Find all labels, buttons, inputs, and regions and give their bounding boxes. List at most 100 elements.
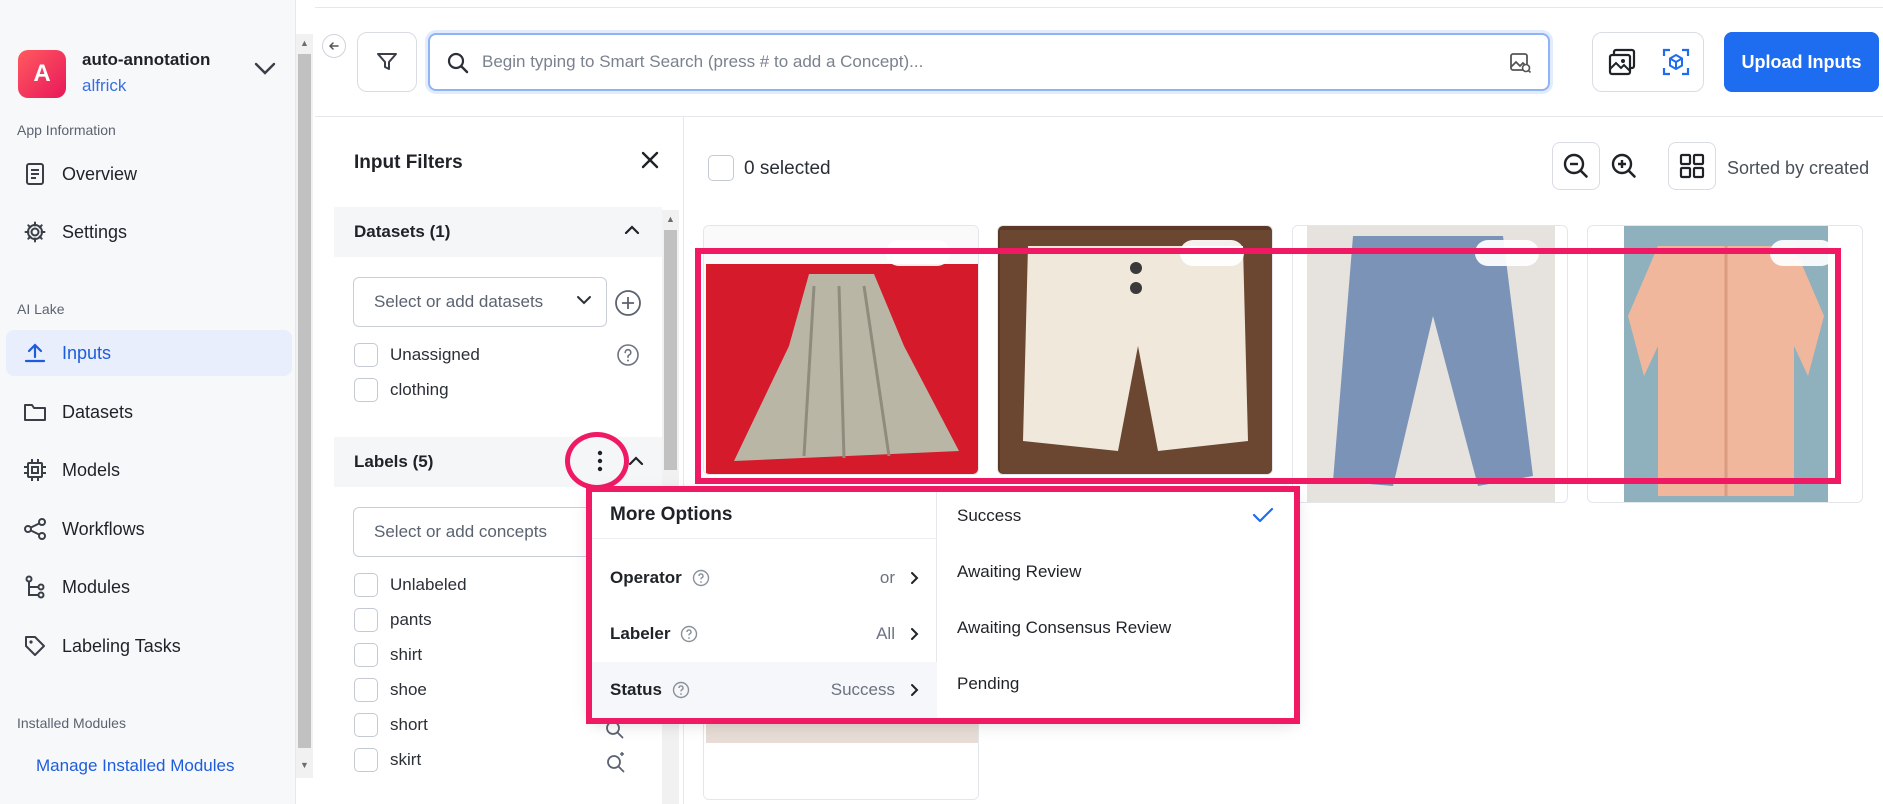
sidebar-item-label: Workflows <box>62 518 145 539</box>
label-option-label: shirt <box>390 645 423 664</box>
checkbox[interactable] <box>354 713 378 737</box>
search-icon <box>446 51 470 75</box>
annotation-highlight-box <box>586 486 1300 724</box>
dataset-option-label: clothing <box>390 380 449 399</box>
collapse-sidebar-button[interactable] <box>322 34 346 58</box>
filter-button[interactable] <box>357 32 417 92</box>
dataset-option-label: Unassigned <box>390 345 480 364</box>
datasets-select[interactable]: Select or add datasets <box>353 277 607 327</box>
labels-header-label: Labels (5) <box>354 452 434 471</box>
sidebar-item-overview[interactable]: Overview <box>6 151 292 197</box>
checkbox[interactable] <box>354 573 378 597</box>
sort-label[interactable]: Sorted by created <box>1727 158 1869 179</box>
app-user[interactable]: alfrick <box>82 76 126 96</box>
sidebar-item-label: Labeling Tasks <box>62 635 181 656</box>
filter-icon <box>377 53 397 70</box>
checkbox[interactable] <box>354 748 378 772</box>
chevron-up-icon[interactable] <box>624 225 640 235</box>
sidebar-item-label: Datasets <box>62 401 134 422</box>
datasets-section-header[interactable]: Datasets (1) <box>334 207 662 257</box>
scroll-up-icon[interactable]: ▲ <box>664 212 677 226</box>
smart-search-box[interactable] <box>428 33 1550 91</box>
3d-cube-scan-icon[interactable] <box>1661 47 1691 77</box>
partial-image <box>704 719 978 799</box>
zoom-out-button[interactable] <box>1552 142 1600 190</box>
manage-installed-modules-link[interactable]: Manage Installed Modules <box>36 756 234 776</box>
app-name[interactable]: auto-annotation <box>82 50 210 70</box>
sidebar-item-label: Settings <box>62 221 128 242</box>
input-card-partial[interactable] <box>703 718 979 800</box>
label-option-unlabeled[interactable]: Unlabeled <box>354 572 467 598</box>
sidebar-item-inputs[interactable]: Inputs <box>6 330 292 376</box>
filter-panel-scrollbar-thumb[interactable] <box>664 230 677 470</box>
image-search-icon[interactable] <box>1508 50 1532 74</box>
checkbox[interactable] <box>354 643 378 667</box>
chevron-up-icon[interactable] <box>628 456 644 466</box>
scroll-down-icon[interactable]: ▼ <box>298 758 311 772</box>
document-icon <box>22 161 48 187</box>
image-gallery-icon[interactable] <box>1607 47 1637 77</box>
zoom-in-icon[interactable] <box>1610 152 1638 180</box>
add-dataset-icon[interactable] <box>614 289 642 317</box>
label-option-label: skirt <box>390 750 422 769</box>
datasets-select-placeholder: Select or add datasets <box>374 292 544 311</box>
upload-inputs-button[interactable]: Upload Inputs <box>1724 32 1879 92</box>
sidebar-item-labeling-tasks[interactable]: Labeling Tasks <box>6 623 292 669</box>
sidebar-item-label: Inputs <box>62 342 112 363</box>
tag-icon <box>22 633 48 659</box>
tree-icon <box>22 574 48 600</box>
select-all-checkbox[interactable] <box>708 155 734 181</box>
dataset-option-clothing[interactable]: clothing <box>354 377 449 403</box>
label-option-skirt[interactable]: skirt <box>354 747 421 773</box>
scroll-up-icon[interactable]: ▲ <box>298 36 311 50</box>
sidebar-item-label: Modules <box>62 576 131 597</box>
sidebar-item-label: Overview <box>62 163 138 184</box>
checkbox[interactable] <box>354 378 378 402</box>
datasets-header-label: Datasets (1) <box>354 222 451 241</box>
checkbox[interactable] <box>354 343 378 367</box>
label-option-label: shoe <box>390 680 427 699</box>
label-option-label: pants <box>390 610 432 629</box>
sidebar-item-workflows[interactable]: Workflows <box>6 506 292 552</box>
input-filters-title: Input Filters <box>354 152 463 173</box>
chip-icon <box>22 457 48 483</box>
upload-icon <box>22 340 48 366</box>
checkbox[interactable] <box>354 678 378 702</box>
sidebar-scrollbar-thumb[interactable] <box>298 54 311 748</box>
more-options-kebab-icon[interactable] <box>590 450 610 472</box>
grid-view-button[interactable] <box>1668 142 1716 190</box>
zoom-out-icon <box>1563 153 1588 178</box>
magic-search-icon[interactable] <box>604 750 628 774</box>
share-icon <box>22 516 48 542</box>
sidebar-item-settings[interactable]: Settings <box>6 209 292 255</box>
chevron-down-icon <box>576 295 592 305</box>
dataset-option-unassigned[interactable]: Unassigned <box>354 342 480 368</box>
view-tool-group <box>1592 32 1704 92</box>
top-divider <box>315 7 1883 8</box>
grid-icon <box>1679 153 1705 179</box>
label-option-shirt[interactable]: shirt <box>354 642 422 668</box>
selected-count: 0 selected <box>744 158 831 179</box>
section-ai-lake: AI Lake <box>17 301 65 317</box>
annotation-highlight-box <box>695 248 1841 484</box>
sidebar-item-models[interactable]: Models <box>6 447 292 493</box>
checkbox[interactable] <box>354 608 378 632</box>
label-option-label: Unlabeled <box>390 575 467 594</box>
gear-icon <box>22 219 48 245</box>
sidebar-item-modules[interactable]: Modules <box>6 564 292 610</box>
app-avatar[interactable]: A <box>18 50 66 98</box>
concepts-select[interactable]: Select or add concepts <box>353 507 607 557</box>
folder-icon <box>22 399 48 425</box>
label-option-short[interactable]: short <box>354 712 428 738</box>
concepts-select-placeholder: Select or add concepts <box>374 522 547 541</box>
sidebar-item-datasets[interactable]: Datasets <box>6 389 292 435</box>
label-option-label: short <box>390 715 428 734</box>
label-option-pants[interactable]: pants <box>354 607 432 633</box>
help-icon[interactable] <box>616 343 640 367</box>
sidebar-item-label: Models <box>62 459 121 480</box>
chevron-down-icon[interactable] <box>254 62 276 76</box>
search-input[interactable] <box>482 45 1482 79</box>
label-option-shoe[interactable]: shoe <box>354 677 427 703</box>
section-app-information: App Information <box>17 122 116 138</box>
close-icon[interactable] <box>640 150 660 170</box>
